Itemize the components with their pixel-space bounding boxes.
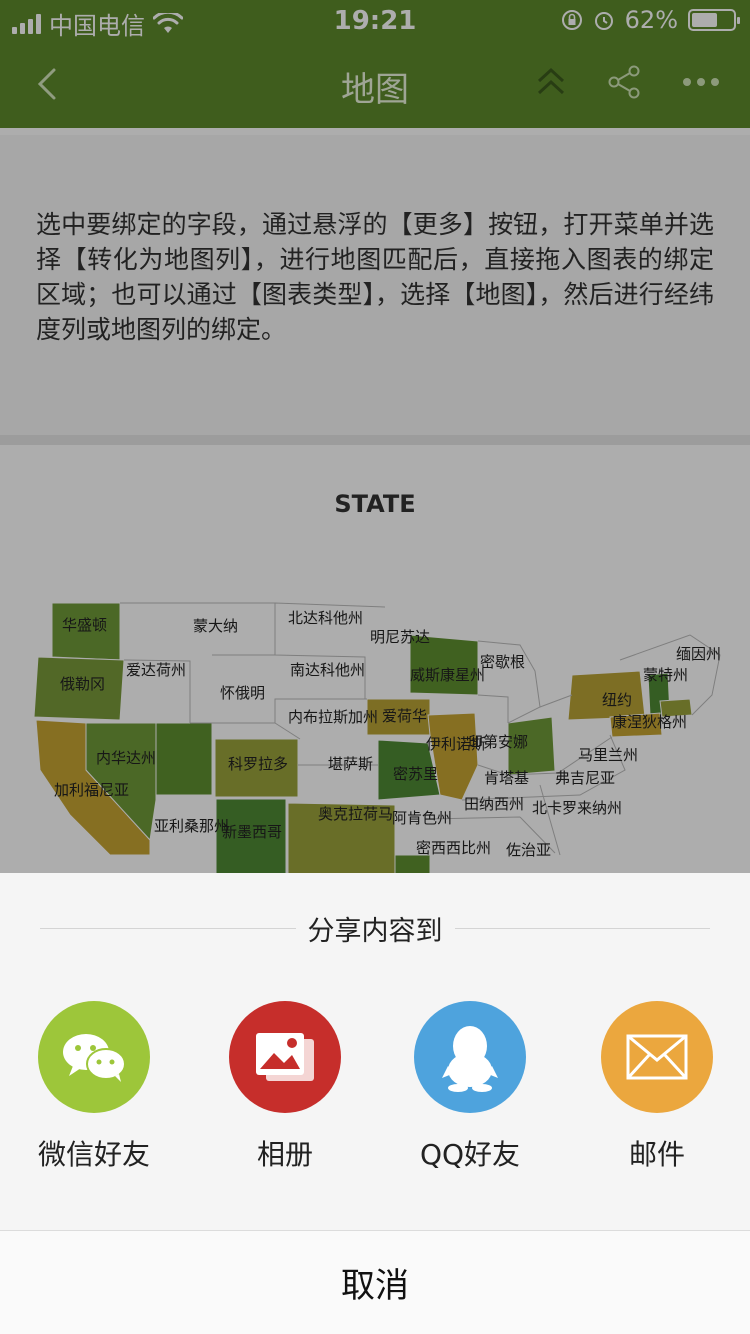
album-circle: [229, 1001, 341, 1113]
share-label: 微信好友: [37, 1138, 150, 1171]
share-label: 相册: [256, 1138, 313, 1171]
dim-overlay[interactable]: [0, 0, 750, 873]
qq-circle: [414, 1001, 526, 1113]
share-wechat-button[interactable]: 微信好友: [9, 1001, 179, 1173]
share-qq-button[interactable]: QQ好友: [385, 1001, 555, 1173]
share-mail-button[interactable]: 邮件: [572, 1001, 742, 1173]
share-heading-text: 分享内容到: [307, 915, 443, 947]
share-label: 邮件: [628, 1138, 685, 1171]
heading-line-left: [40, 927, 296, 929]
cancel-button[interactable]: 取消: [0, 1230, 750, 1334]
mail-icon: [626, 1034, 688, 1080]
share-album-button[interactable]: 相册: [200, 1001, 370, 1173]
share-sheet: 分享内容到 微信好友 相册 QQ好友 邮件 取消: [0, 873, 750, 1334]
heading-line-right: [454, 927, 710, 929]
qq-icon: [442, 1026, 498, 1092]
share-label: QQ好友: [419, 1138, 521, 1171]
photo-album-icon: [256, 1033, 314, 1081]
wechat-circle: [38, 1001, 150, 1113]
mail-circle: [601, 1001, 713, 1113]
share-heading: 分享内容到: [40, 910, 710, 947]
wechat-icon: [63, 1034, 126, 1082]
